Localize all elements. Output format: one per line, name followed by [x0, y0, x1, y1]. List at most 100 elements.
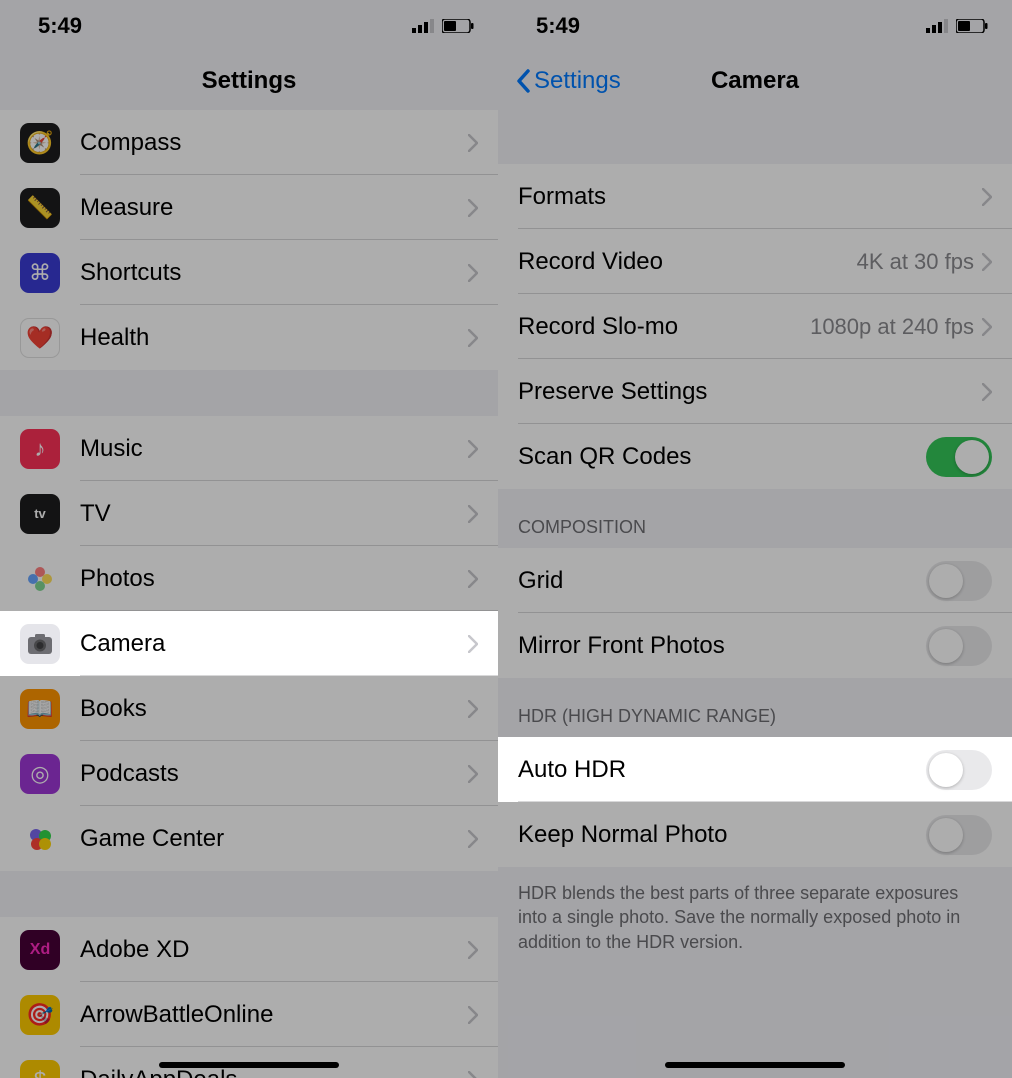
section-header: COMPOSITION [498, 489, 1012, 548]
back-label: Settings [534, 67, 621, 95]
shortcuts-icon: ⌘ [20, 253, 60, 293]
battery-icon [442, 19, 474, 33]
settings-row-compass[interactable]: 🧭 Compass [0, 110, 498, 175]
nav-bar: Settings [0, 52, 498, 110]
row-label: Formats [518, 183, 982, 211]
measure-icon: 📏 [20, 188, 60, 228]
section-footer: HDR blends the best parts of three separ… [498, 867, 1012, 964]
health-icon: ❤️ [20, 318, 60, 358]
dailyappdeals-icon: $ [20, 1060, 60, 1078]
row-label: Mirror Front Photos [518, 632, 926, 660]
books-icon: 📖 [20, 689, 60, 729]
row-label: TV [80, 500, 468, 528]
adobe-xd-icon: Xd [20, 930, 60, 970]
chevron-right-icon [468, 264, 478, 282]
chevron-right-icon [468, 765, 478, 783]
row-label: Adobe XD [80, 936, 468, 964]
camera-icon [20, 624, 60, 664]
row-label: Record Video [518, 248, 857, 276]
row-label: Podcasts [80, 760, 468, 788]
chevron-right-icon [468, 700, 478, 718]
row-label: Books [80, 695, 468, 723]
settings-row-adobe-xd[interactable]: Xd Adobe XD [0, 917, 498, 982]
signal-icon [926, 19, 950, 33]
signal-icon [412, 19, 436, 33]
chevron-right-icon [468, 134, 478, 152]
row-label: Shortcuts [80, 259, 468, 287]
status-bar: 5:49 [498, 0, 1012, 52]
back-button[interactable]: Settings [516, 67, 621, 95]
row-label: Health [80, 324, 468, 352]
chevron-right-icon [468, 329, 478, 347]
settings-row-game-center[interactable]: Game Center [0, 806, 498, 871]
photos-icon [20, 559, 60, 599]
row-label: Music [80, 435, 468, 463]
settings-row-arrowbattle[interactable]: 🎯ArrowBattleOnline [0, 982, 498, 1047]
settings-row-shortcuts[interactable]: ⌘ Shortcuts [0, 240, 498, 305]
row-record-slomo[interactable]: Record Slo-mo1080p at 240 fps [498, 294, 1012, 359]
row-formats[interactable]: Formats [498, 164, 1012, 229]
music-icon: ♪ [20, 429, 60, 469]
mirror-front-toggle[interactable] [926, 626, 992, 666]
settings-row-music[interactable]: ♪ Music [0, 416, 498, 481]
row-label: ArrowBattleOnline [80, 1001, 468, 1029]
keep-normal-toggle[interactable] [926, 815, 992, 855]
row-label: Compass [80, 129, 468, 157]
chevron-right-icon [468, 941, 478, 959]
chevron-right-icon [468, 635, 478, 653]
home-indicator[interactable] [159, 1062, 339, 1068]
settings-row-photos[interactable]: Photos [0, 546, 498, 611]
row-record-video[interactable]: Record Video4K at 30 fps [498, 229, 1012, 294]
row-label: Photos [80, 565, 468, 593]
row-detail: 1080p at 240 fps [810, 314, 974, 340]
row-auto-hdr[interactable]: Auto HDR [498, 737, 1012, 802]
settings-row-tv[interactable]: tvTV [0, 481, 498, 546]
chevron-right-icon [982, 318, 992, 336]
chevron-right-icon [468, 1071, 478, 1078]
row-label: Auto HDR [518, 756, 926, 784]
row-mirror-front[interactable]: Mirror Front Photos [498, 613, 1012, 678]
settings-row-camera[interactable]: Camera [0, 611, 498, 676]
home-indicator[interactable] [665, 1062, 845, 1068]
grid-toggle[interactable] [926, 561, 992, 601]
chevron-right-icon [468, 505, 478, 523]
settings-row-measure[interactable]: 📏Measure [0, 175, 498, 240]
row-preserve-settings[interactable]: Preserve Settings [498, 359, 1012, 424]
settings-screen: 5:49 Settings 🧭 Compass 📏Measure ⌘ Shortcuts… [0, 0, 498, 1078]
row-keep-normal[interactable]: Keep Normal Photo [498, 802, 1012, 867]
podcasts-icon: ◎ [20, 754, 60, 794]
status-bar: 5:49 [0, 0, 498, 52]
section-header: HDR (HIGH DYNAMIC RANGE) [498, 678, 1012, 737]
chevron-right-icon [468, 440, 478, 458]
row-label: Record Slo-mo [518, 313, 810, 341]
row-scan-qr[interactable]: Scan QR Codes [498, 424, 1012, 489]
row-grid[interactable]: Grid [498, 548, 1012, 613]
scan-qr-toggle[interactable] [926, 437, 992, 477]
settings-list[interactable]: 🧭 Compass 📏Measure ⌘ Shortcuts ❤️ Health ♪ Music… [0, 110, 498, 1078]
camera-settings-list[interactable]: FormatsRecord Video4K at 30 fpsRecord Sl… [498, 110, 1012, 1078]
status-time: 5:49 [38, 13, 82, 39]
nav-bar: Settings Camera [498, 52, 1012, 110]
row-label: Keep Normal Photo [518, 821, 926, 849]
chevron-right-icon [468, 570, 478, 588]
battery-icon [956, 19, 988, 33]
row-label: Game Center [80, 825, 468, 853]
settings-row-podcasts[interactable]: ◎ Podcasts [0, 741, 498, 806]
row-label: Scan QR Codes [518, 443, 926, 471]
chevron-right-icon [982, 253, 992, 271]
row-label: Preserve Settings [518, 378, 982, 406]
page-title: Settings [202, 67, 297, 95]
auto-hdr-toggle[interactable] [926, 750, 992, 790]
chevron-right-icon [982, 188, 992, 206]
camera-settings-screen: 5:49 Settings Camera Formats Record Video… [498, 0, 1012, 1078]
row-label: Camera [80, 630, 468, 658]
compass-icon: 🧭 [20, 123, 60, 163]
row-detail: 4K at 30 fps [857, 249, 974, 275]
chevron-right-icon [468, 1006, 478, 1024]
settings-row-books[interactable]: 📖 Books [0, 676, 498, 741]
chevron-left-icon [516, 69, 532, 93]
page-title: Camera [711, 67, 799, 95]
settings-row-health[interactable]: ❤️ Health [0, 305, 498, 370]
game-center-icon [20, 819, 60, 859]
status-time: 5:49 [536, 13, 580, 39]
